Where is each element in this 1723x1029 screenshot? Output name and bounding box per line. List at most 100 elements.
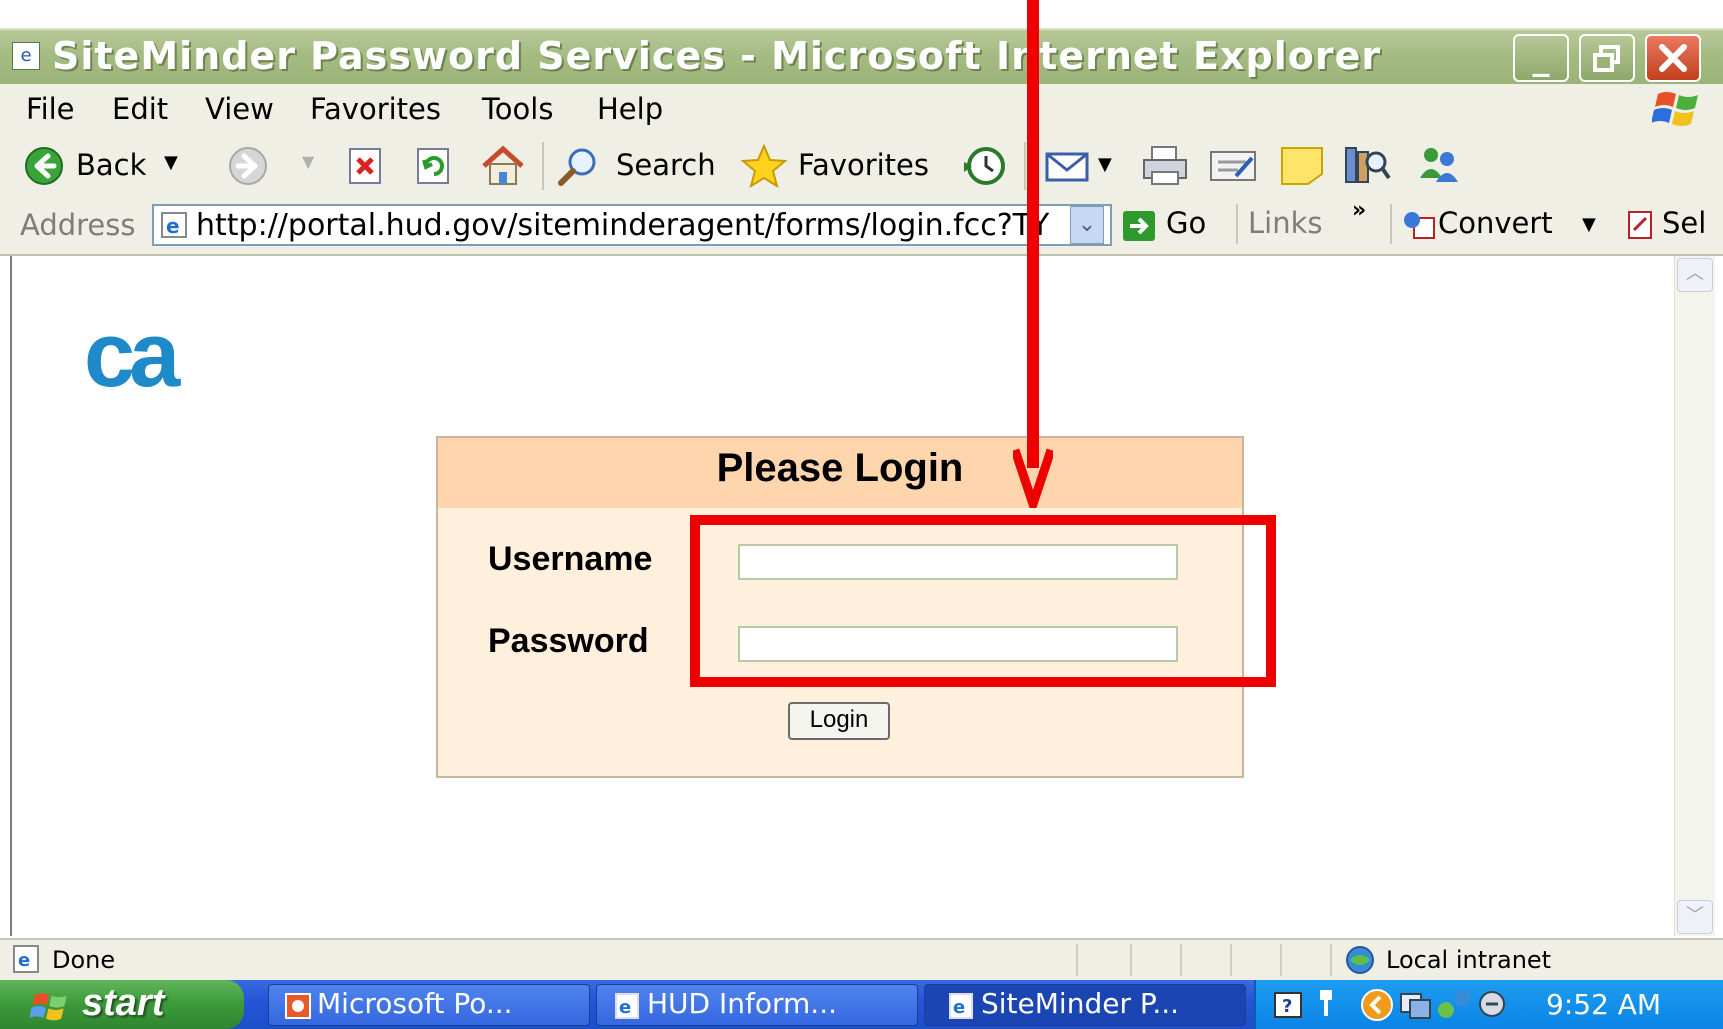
show-hidden-icons-icon[interactable] (1360, 988, 1394, 1022)
select-label: Sel (1662, 206, 1707, 240)
task-label: Microsoft Po... (317, 987, 513, 1020)
scroll-down-icon[interactable]: ﹀ (1677, 900, 1713, 934)
address-dropdown-button[interactable]: ⌄ (1070, 206, 1104, 244)
vertical-scrollbar[interactable]: ︿ ﹀ (1674, 256, 1715, 936)
status-bar: e Done Local intranet (0, 938, 1723, 982)
menu-bar: File Edit View Favorites Tools Help (0, 84, 1723, 135)
menu-favorites[interactable]: Favorites (310, 92, 441, 126)
stop-icon[interactable] (346, 146, 386, 186)
home-icon[interactable] (480, 144, 526, 188)
task-siteminder[interactable]: e SiteMinder P... (924, 984, 1246, 1026)
menu-edit[interactable]: Edit (112, 92, 168, 126)
star-icon (740, 144, 788, 188)
security-zone-text: Local intranet (1386, 946, 1552, 974)
address-input[interactable]: e http://portal.hud.gov/siteminderagent/… (152, 204, 1112, 246)
start-button[interactable]: start (0, 980, 244, 1029)
address-label: Address (20, 208, 136, 242)
help-icon[interactable]: ? (1274, 992, 1302, 1018)
search-button[interactable]: Search (556, 146, 716, 186)
task-microsoft-powerpoint[interactable]: Microsoft Po... (268, 984, 590, 1026)
address-bar: Address e http://portal.hud.gov/sitemind… (0, 198, 1723, 256)
go-label: Go (1166, 206, 1207, 240)
windows-flag-icon (1652, 92, 1698, 126)
login-title: Please Login (716, 446, 964, 490)
back-label: Back (76, 148, 147, 182)
login-button[interactable]: Login (788, 702, 890, 740)
local-intranet-icon (1346, 946, 1374, 974)
forward-dropdown-icon[interactable]: ▼ (302, 152, 314, 171)
windows-flag-icon (30, 993, 67, 1021)
research-icon[interactable] (1342, 142, 1392, 188)
status-separator (1330, 944, 1332, 976)
toolbar-separator (542, 142, 544, 190)
title-bar: e SiteMinder Password Services - Microso… (0, 28, 1723, 86)
history-icon[interactable] (960, 144, 1010, 188)
task-hud-information[interactable]: e HUD Inform... (596, 984, 918, 1026)
network-connection-icon[interactable] (1436, 988, 1472, 1020)
print-icon[interactable] (1140, 144, 1190, 188)
chevron-down-icon: ⌄ (1077, 212, 1097, 237)
menu-tools[interactable]: Tools (482, 92, 553, 126)
svg-text:e: e (18, 950, 30, 971)
svg-text:?: ? (1282, 996, 1292, 1017)
back-arrow-icon (25, 147, 63, 185)
powerpoint-icon (285, 993, 311, 1019)
links-label[interactable]: Links (1248, 206, 1323, 240)
status-separator (1280, 944, 1282, 976)
login-header: Please Login (438, 438, 1242, 508)
status-separator (1180, 944, 1182, 976)
status-separator (1230, 944, 1232, 976)
links-chevron-icon[interactable]: » (1352, 198, 1366, 223)
go-button[interactable]: Go (1122, 206, 1232, 246)
mail-icon[interactable] (1044, 146, 1094, 186)
task-label: HUD Inform... (647, 987, 837, 1020)
password-label: Password (488, 622, 649, 660)
search-icon (558, 148, 596, 186)
restore-icon (1593, 45, 1620, 72)
pdf-select-icon (1628, 211, 1652, 239)
username-label: Username (488, 540, 653, 578)
annotation-arrow-head-icon (1013, 448, 1053, 508)
separator (1236, 204, 1238, 244)
close-icon (1659, 44, 1687, 72)
ie-page-icon: e (161, 212, 187, 238)
menu-help[interactable]: Help (597, 92, 663, 126)
scroll-up-icon[interactable]: ︿ (1677, 258, 1713, 292)
window-title: SiteMinder Password Services - Microsoft… (52, 34, 1382, 78)
ie-page-icon: e (13, 945, 39, 973)
close-button[interactable] (1645, 34, 1701, 82)
refresh-icon[interactable] (414, 146, 454, 186)
status-text: Done (52, 946, 116, 974)
network-plug-icon[interactable] (1316, 986, 1336, 1020)
minimize-button[interactable]: _ (1513, 34, 1569, 82)
convert-dropdown-icon[interactable]: ▼ (1582, 214, 1596, 235)
convert-button[interactable]: Convert ▼ (1402, 206, 1602, 246)
menu-file[interactable]: File (26, 92, 75, 126)
standard-toolbar: Back ▼ ▼ Search Favorites ▼ (0, 134, 1723, 199)
mail-dropdown-icon[interactable]: ▼ (1098, 154, 1112, 175)
go-arrow-icon (1123, 211, 1155, 241)
restore-button[interactable] (1579, 34, 1635, 82)
menu-view[interactable]: View (205, 92, 274, 126)
system-tray: ? 9:52 AM (1254, 980, 1723, 1029)
discuss-icon[interactable] (1278, 144, 1326, 188)
favorites-button[interactable]: Favorites (740, 144, 940, 188)
select-button[interactable]: Sel (1626, 206, 1723, 246)
taskbar: start Microsoft Po... e HUD Inform... e … (0, 980, 1723, 1029)
messenger-icon[interactable] (1414, 142, 1464, 188)
favorites-label: Favorites (798, 148, 929, 182)
tray-app-icon[interactable] (1398, 988, 1432, 1020)
clock: 9:52 AM (1546, 988, 1662, 1021)
forward-arrow-icon[interactable] (228, 146, 268, 186)
annotation-arrow-shaft (1027, 0, 1039, 468)
svg-text:e: e (953, 997, 965, 1018)
svg-text:e: e (619, 997, 631, 1018)
minimize-icon: _ (1532, 38, 1550, 78)
ie-page-icon: e (949, 993, 973, 1019)
svg-text:e: e (166, 214, 180, 238)
edit-icon[interactable] (1208, 144, 1258, 188)
security-shield-icon[interactable] (1476, 988, 1508, 1020)
back-dropdown-icon[interactable]: ▼ (164, 152, 178, 173)
address-url: http://portal.hud.gov/siteminderagent/fo… (196, 208, 1050, 243)
start-label: start (82, 982, 165, 1024)
